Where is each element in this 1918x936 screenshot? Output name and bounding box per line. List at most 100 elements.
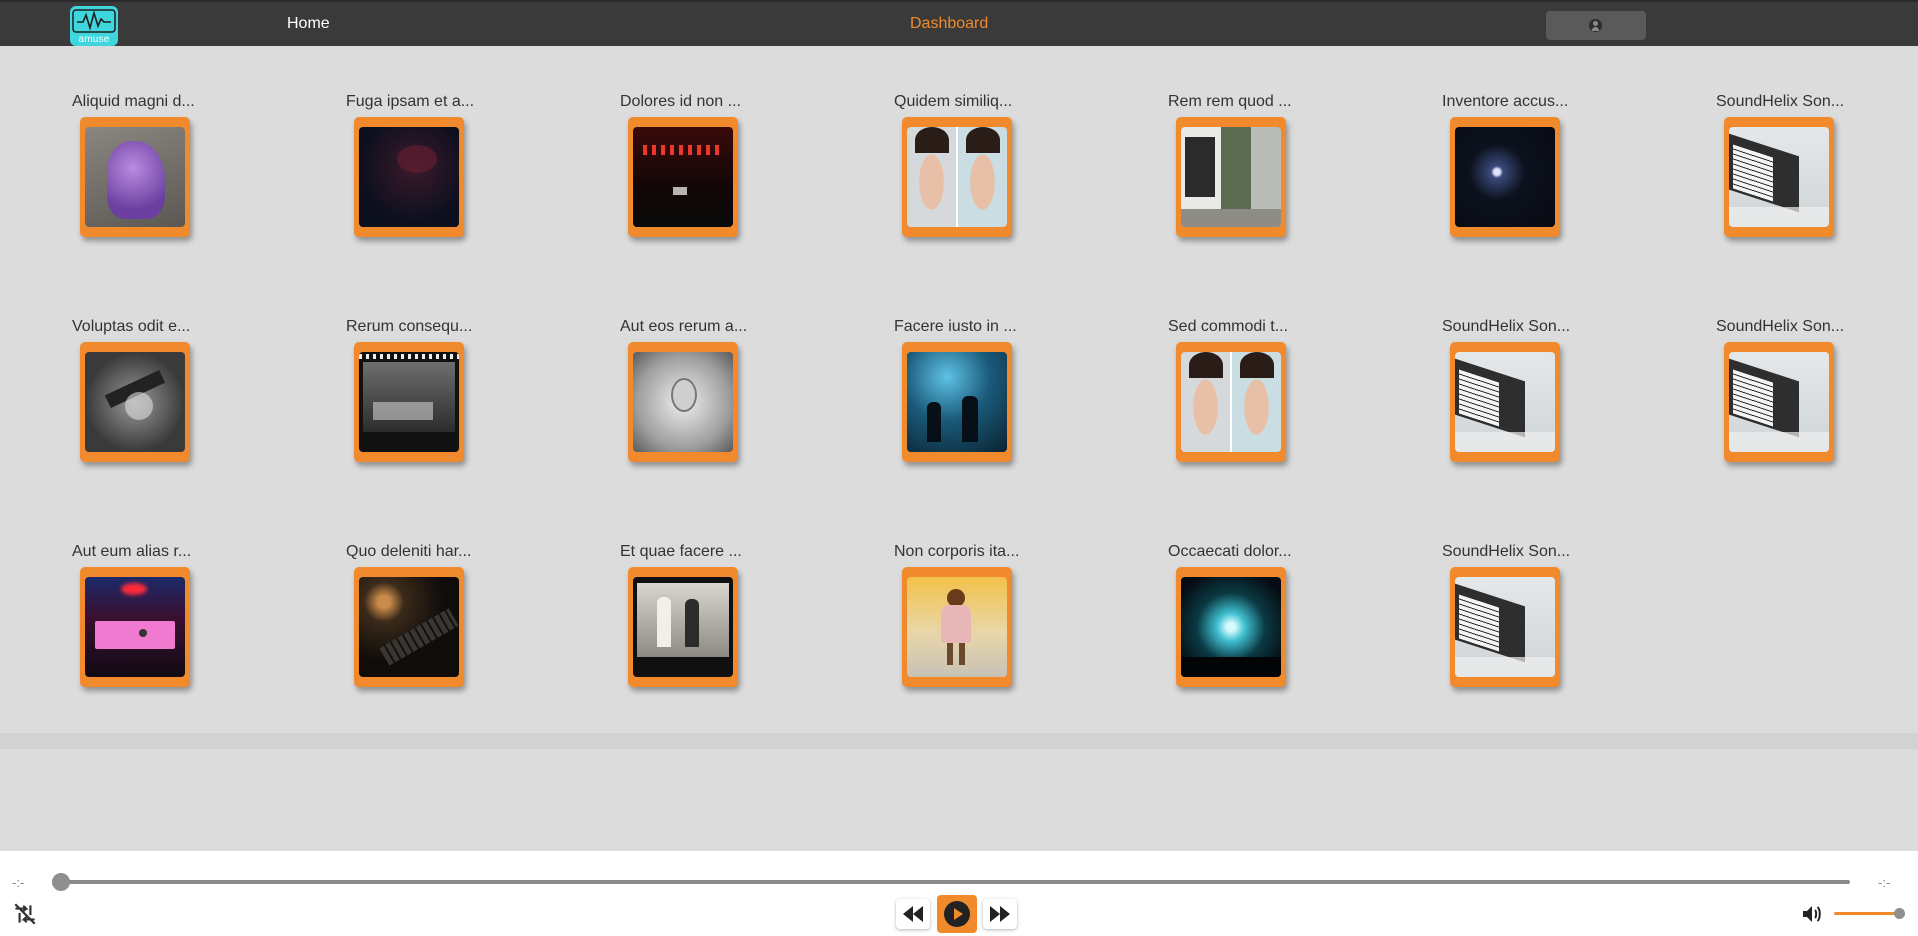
volume-handle[interactable] [1894, 908, 1905, 919]
song-cover-art [907, 127, 1007, 227]
song-title: Non corporis ita... [894, 543, 1020, 560]
seek-handle[interactable] [52, 873, 70, 891]
song-title: Aut eos rerum a... [620, 318, 748, 335]
song-title: Aliquid magni d... [72, 93, 195, 110]
next-button[interactable] [983, 899, 1017, 929]
song-cover-frame[interactable] [1724, 117, 1834, 237]
song-card[interactable]: Aliquid magni d... [0, 93, 200, 263]
nav-home-link[interactable]: Home [287, 15, 330, 33]
nav-dashboard-link[interactable]: Dashboard [910, 15, 988, 33]
user-menu-button[interactable] [1546, 11, 1646, 40]
song-title: Quidem similiq... [894, 93, 1013, 110]
amuse-logo[interactable]: amuse [70, 6, 118, 46]
song-card[interactable]: Inventore accus... [1370, 93, 1570, 263]
song-cover-art [907, 352, 1007, 452]
song-card[interactable]: Et quae facere ... [548, 543, 748, 713]
song-cover-frame[interactable] [628, 567, 738, 687]
song-title: Voluptas odit e... [72, 318, 191, 335]
logo-text: amuse [78, 34, 110, 45]
song-cover-frame[interactable] [1450, 342, 1560, 462]
song-title: Fuga ipsam et a... [346, 93, 475, 110]
song-cover-frame[interactable] [354, 117, 464, 237]
song-title: Dolores id non ... [620, 93, 741, 110]
previous-button[interactable] [896, 899, 930, 929]
song-cover-frame[interactable] [902, 117, 1012, 237]
song-title: SoundHelix Son... [1716, 93, 1845, 110]
song-title: Facere iusto in ... [894, 318, 1017, 335]
grid-footer-band [0, 733, 1918, 749]
song-cover-frame[interactable] [1450, 567, 1560, 687]
song-cover-frame[interactable] [628, 117, 738, 237]
song-cover-frame[interactable] [354, 567, 464, 687]
song-cover-frame[interactable] [1176, 567, 1286, 687]
song-cover-art [1455, 577, 1555, 677]
song-cover-frame[interactable] [354, 342, 464, 462]
song-cover-art [907, 577, 1007, 677]
song-title: Rerum consequ... [346, 318, 473, 335]
play-button[interactable] [937, 895, 977, 933]
song-cover-frame[interactable] [1176, 117, 1286, 237]
song-cover-art [359, 352, 459, 452]
song-title: Sed commodi t... [1168, 318, 1289, 335]
waveform-icon [72, 9, 116, 33]
song-card[interactable]: Rem rem quod ... [1096, 93, 1296, 263]
shuffle-off-icon[interactable] [12, 901, 38, 927]
song-card[interactable]: SoundHelix Son... [1370, 543, 1570, 713]
song-card[interactable]: SoundHelix Son... [1370, 318, 1570, 488]
song-title: SoundHelix Son... [1442, 543, 1571, 560]
song-card[interactable]: Sed commodi t... [1096, 318, 1296, 488]
song-card[interactable]: Dolores id non ... [548, 93, 748, 263]
song-card[interactable]: Rerum consequ... [274, 318, 474, 488]
song-grid: Aliquid magni d... Fuga ipsam et a... Dolo… [0, 46, 1918, 733]
song-cover-frame[interactable] [902, 567, 1012, 687]
song-cover-frame[interactable] [1724, 342, 1834, 462]
song-card[interactable]: Quo deleniti har... [274, 543, 474, 713]
song-cover-art [1729, 352, 1829, 452]
song-title: Rem rem quod ... [1168, 93, 1292, 110]
song-cover-art [359, 577, 459, 677]
song-cover-art [633, 127, 733, 227]
song-card[interactable]: Aut eum alias r... [0, 543, 200, 713]
song-card[interactable]: Non corporis ita... [822, 543, 1022, 713]
volume-icon[interactable] [1800, 902, 1824, 926]
song-cover-art [85, 577, 185, 677]
song-cover-art [1455, 352, 1555, 452]
song-card[interactable]: Occaecati dolor... [1096, 543, 1296, 713]
song-cover-art [1181, 352, 1281, 452]
song-card[interactable]: Fuga ipsam et a... [274, 93, 474, 263]
song-cover-frame[interactable] [80, 567, 190, 687]
song-cover-frame[interactable] [1176, 342, 1286, 462]
song-cover-frame[interactable] [902, 342, 1012, 462]
song-cover-art [85, 352, 185, 452]
song-cover-art [633, 577, 733, 677]
song-cover-art [1455, 127, 1555, 227]
song-cover-frame[interactable] [628, 342, 738, 462]
song-cover-frame[interactable] [80, 342, 190, 462]
volume-slider[interactable] [1834, 912, 1900, 915]
seek-bar[interactable] [60, 880, 1850, 884]
song-title: SoundHelix Son... [1442, 318, 1571, 335]
song-card[interactable]: SoundHelix Son... [1644, 318, 1844, 488]
song-cover-art [633, 352, 733, 452]
song-cover-art [1181, 577, 1281, 677]
play-icon [944, 901, 970, 927]
account-circle-icon [1589, 19, 1602, 32]
song-cover-frame[interactable] [80, 117, 190, 237]
song-title: Inventore accus... [1442, 93, 1569, 110]
song-cover-art [1181, 127, 1281, 227]
song-title: SoundHelix Son... [1716, 318, 1845, 335]
song-title: Et quae facere ... [620, 543, 742, 560]
song-card[interactable]: SoundHelix Son... [1644, 93, 1844, 263]
song-card[interactable]: Voluptas odit e... [0, 318, 200, 488]
song-card[interactable]: Aut eos rerum a... [548, 318, 748, 488]
song-title: Aut eum alias r... [72, 543, 192, 560]
top-navbar: amuse Home Dashboard [0, 0, 1918, 46]
song-card[interactable]: Quidem similiq... [822, 93, 1022, 263]
fast-forward-icon [990, 906, 1010, 922]
song-cover-art [359, 127, 459, 227]
song-cover-frame[interactable] [1450, 117, 1560, 237]
song-card[interactable]: Facere iusto in ... [822, 318, 1022, 488]
rewind-icon [903, 906, 923, 922]
audio-player: -:- -:- [0, 851, 1918, 936]
current-time: -:- [12, 875, 25, 890]
